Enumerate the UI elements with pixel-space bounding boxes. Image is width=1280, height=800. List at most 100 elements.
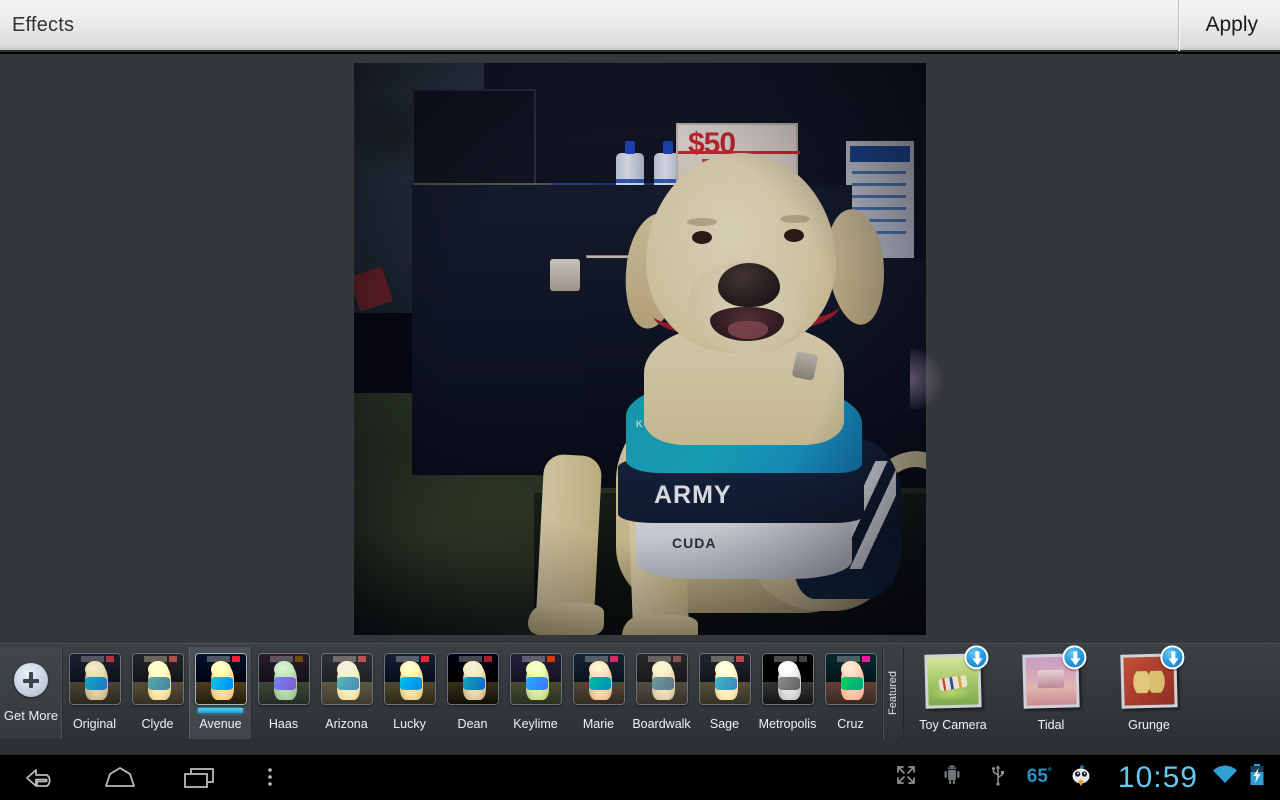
dog-brow-left [687, 218, 717, 226]
featured-thumbnail [1120, 645, 1185, 709]
plus-circle-icon [14, 663, 48, 697]
filter-item-clyde[interactable]: Clyde [126, 647, 189, 739]
dog-front-leg-left [535, 453, 603, 627]
android-system-bar: 65° 10:59 [0, 755, 1280, 800]
dog-nose [718, 263, 780, 307]
filter-item-boardwalk[interactable]: Boardwalk [630, 647, 693, 739]
filter-label: Dean [457, 717, 488, 731]
featured-section-divider: Featured [882, 647, 904, 739]
wifi-status-button[interactable] [1208, 755, 1242, 800]
photo-poster-line [852, 183, 906, 186]
download-icon[interactable] [964, 645, 989, 670]
filter-thumbnail [698, 653, 751, 705]
weather-widget-button[interactable] [1058, 755, 1104, 800]
photo-cup [550, 259, 580, 291]
back-button[interactable] [0, 755, 80, 800]
filter-label: Keylime [513, 717, 558, 731]
filter-item-avenue[interactable]: Avenue [189, 647, 252, 739]
get-more-button[interactable]: Get More [0, 647, 63, 739]
featured-thumbnail [924, 645, 989, 709]
filter-label: Arizona [325, 717, 368, 731]
filter-item-marie[interactable]: Marie [567, 647, 630, 739]
photo-poster-line [852, 207, 906, 210]
filter-thumbnail [509, 653, 562, 705]
battery-charging-icon [1248, 763, 1266, 792]
photo-preview-stage: GARMIN $50 50 [0, 54, 1280, 643]
android-robot-icon [941, 764, 963, 791]
photo-canvas: GARMIN $50 50 [354, 63, 926, 635]
filter-thumbnail [320, 653, 373, 705]
filter-item-dean[interactable]: Dean [441, 647, 504, 739]
status-clock[interactable]: 10:59 [1104, 761, 1208, 795]
photo-compare-handle[interactable] [910, 348, 942, 410]
featured-label: Grunge [1128, 718, 1170, 732]
dog-brow-right [780, 215, 810, 223]
filter-label: Clyde [141, 717, 174, 731]
wifi-icon [1211, 764, 1239, 791]
filter-label: Sage [709, 717, 740, 731]
photo-preview[interactable]: GARMIN $50 50 [354, 63, 926, 635]
filter-label: Avenue [199, 717, 242, 731]
filter-label: Metropolis [758, 717, 817, 731]
dog-eye-left [692, 231, 712, 244]
featured-item-grunge[interactable]: Grunge [1100, 645, 1198, 739]
dog-eye-right [784, 229, 804, 242]
get-more-label: Get More [3, 708, 59, 723]
battery-status-button[interactable] [1242, 755, 1272, 800]
status-area[interactable]: 65° 10:59 [883, 755, 1280, 800]
filter-item-arizona[interactable]: Arizona [315, 647, 378, 739]
featured-label: Toy Camera [919, 718, 987, 732]
filter-thumbnail [257, 653, 310, 705]
filter-label: Original [72, 717, 117, 731]
filter-item-metropolis[interactable]: Metropolis [756, 647, 819, 739]
download-icon[interactable] [1160, 645, 1185, 670]
featured-item-toy-camera[interactable]: Toy Camera [904, 645, 1002, 739]
filter-label: Lucky [393, 717, 426, 731]
home-button[interactable] [80, 755, 160, 800]
overflow-button[interactable] [240, 755, 300, 800]
dog-paw-left [528, 603, 604, 635]
filter-item-cruz[interactable]: Cruz [819, 647, 882, 739]
apply-button-label: Apply [1205, 13, 1258, 36]
filter-item-keylime[interactable]: Keylime [504, 647, 567, 739]
filter-label: Haas [268, 717, 299, 731]
filter-label: Cruz [837, 717, 864, 731]
effects-filter-strip[interactable]: Get More Original Clyde Avenue Haas Ariz… [0, 643, 1280, 755]
filter-item-haas[interactable]: Haas [252, 647, 315, 739]
featured-section-label: Featured [887, 670, 899, 716]
filter-label: Boardwalk [632, 717, 691, 731]
filter-item-sage[interactable]: Sage [693, 647, 756, 739]
filter-thumbnail [68, 653, 121, 705]
action-bar: Effects Apply [0, 0, 1280, 52]
featured-item-tidal[interactable]: Tidal [1002, 645, 1100, 739]
jersey-text-primary: ARMY [654, 481, 732, 509]
jersey-text-secondary: CUDA [672, 535, 717, 551]
fullscreen-button[interactable] [883, 755, 929, 800]
back-arrow-icon [23, 766, 57, 790]
filter-item-lucky[interactable]: Lucky [378, 647, 441, 739]
overflow-menu-icon [266, 766, 274, 790]
filter-thumbnail [194, 653, 247, 705]
temperature-unit: ° [1047, 766, 1052, 778]
featured-label: Tidal [1037, 718, 1065, 732]
filter-thumbnail [761, 653, 814, 705]
dog-paw-right [622, 615, 698, 635]
filter-thumbnail [131, 653, 184, 705]
usb-icon [988, 764, 1008, 791]
photo-poster-line [852, 171, 906, 174]
download-icon[interactable] [1062, 645, 1087, 670]
recents-button[interactable] [160, 755, 240, 800]
filter-list: Original Clyde Avenue Haas Arizona Lucky… [63, 644, 882, 739]
featured-list: Toy Camera Tidal Grunge [904, 644, 1198, 739]
android-status-button[interactable] [929, 755, 975, 800]
page-title: Effects [12, 13, 75, 36]
filter-thumbnail [824, 653, 877, 705]
photo-poster-line [852, 195, 906, 198]
usb-status-button[interactable] [975, 755, 1021, 800]
temperature-indicator[interactable]: 65° [1021, 766, 1058, 788]
featured-thumbnail [1022, 645, 1087, 709]
fullscreen-expand-icon [895, 764, 917, 791]
filter-item-original[interactable]: Original [63, 647, 126, 739]
filter-thumbnail [383, 653, 436, 705]
apply-button[interactable]: Apply [1178, 0, 1280, 51]
